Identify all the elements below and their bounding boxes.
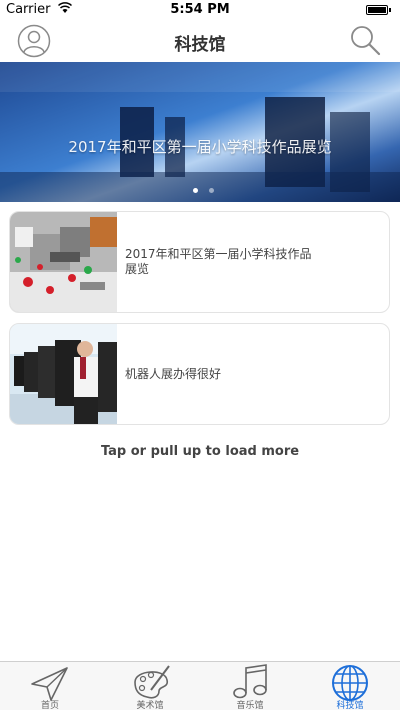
- tab-music[interactable]: 音乐馆: [200, 662, 300, 711]
- battery-icon: [366, 5, 388, 15]
- page-title: 科技馆: [174, 35, 226, 55]
- palette-icon: [134, 665, 170, 699]
- tab-bar: 首页 美术馆 音乐馆 科技馆: [0, 661, 400, 711]
- status-bar: Carrier 5:54 PM: [0, 0, 400, 20]
- carousel-page-indicator: [190, 178, 217, 197]
- tab-art[interactable]: 美术馆: [100, 662, 200, 711]
- page-dot-active: [193, 188, 198, 193]
- computer-lab-thumbnail: [10, 324, 117, 424]
- list-item[interactable]: 机器人展办得很好: [9, 323, 390, 425]
- robot-exhibit-thumbnail: [10, 212, 117, 312]
- tab-home[interactable]: 首页: [0, 662, 100, 711]
- page-dot: [209, 188, 215, 193]
- load-more-button[interactable]: Tap or pull up to load more: [0, 444, 400, 459]
- banner-caption: 2017年和平区第一届小学科技作品展览: [68, 138, 332, 156]
- list-item-title: 机器人展办得很好: [125, 366, 222, 381]
- search-icon[interactable]: [348, 24, 382, 58]
- tab-label: 首页: [40, 701, 59, 711]
- clock: 5:54 PM: [170, 2, 230, 17]
- music-note-icon: [233, 664, 267, 699]
- globe-icon: [332, 665, 368, 701]
- nav-bar: 科技馆: [0, 20, 400, 62]
- tab-science[interactable]: 科技馆: [300, 662, 400, 711]
- tab-label: 音乐馆: [236, 701, 264, 711]
- list-item[interactable]: 2017年和平区第一届小学科技作品展览: [9, 211, 390, 313]
- tab-label: 科技馆: [336, 701, 364, 711]
- list-item-title: 2017年和平区第一届小学科技作品展览: [125, 247, 312, 276]
- paper-plane-icon: [31, 667, 68, 701]
- tab-label: 美术馆: [136, 701, 164, 711]
